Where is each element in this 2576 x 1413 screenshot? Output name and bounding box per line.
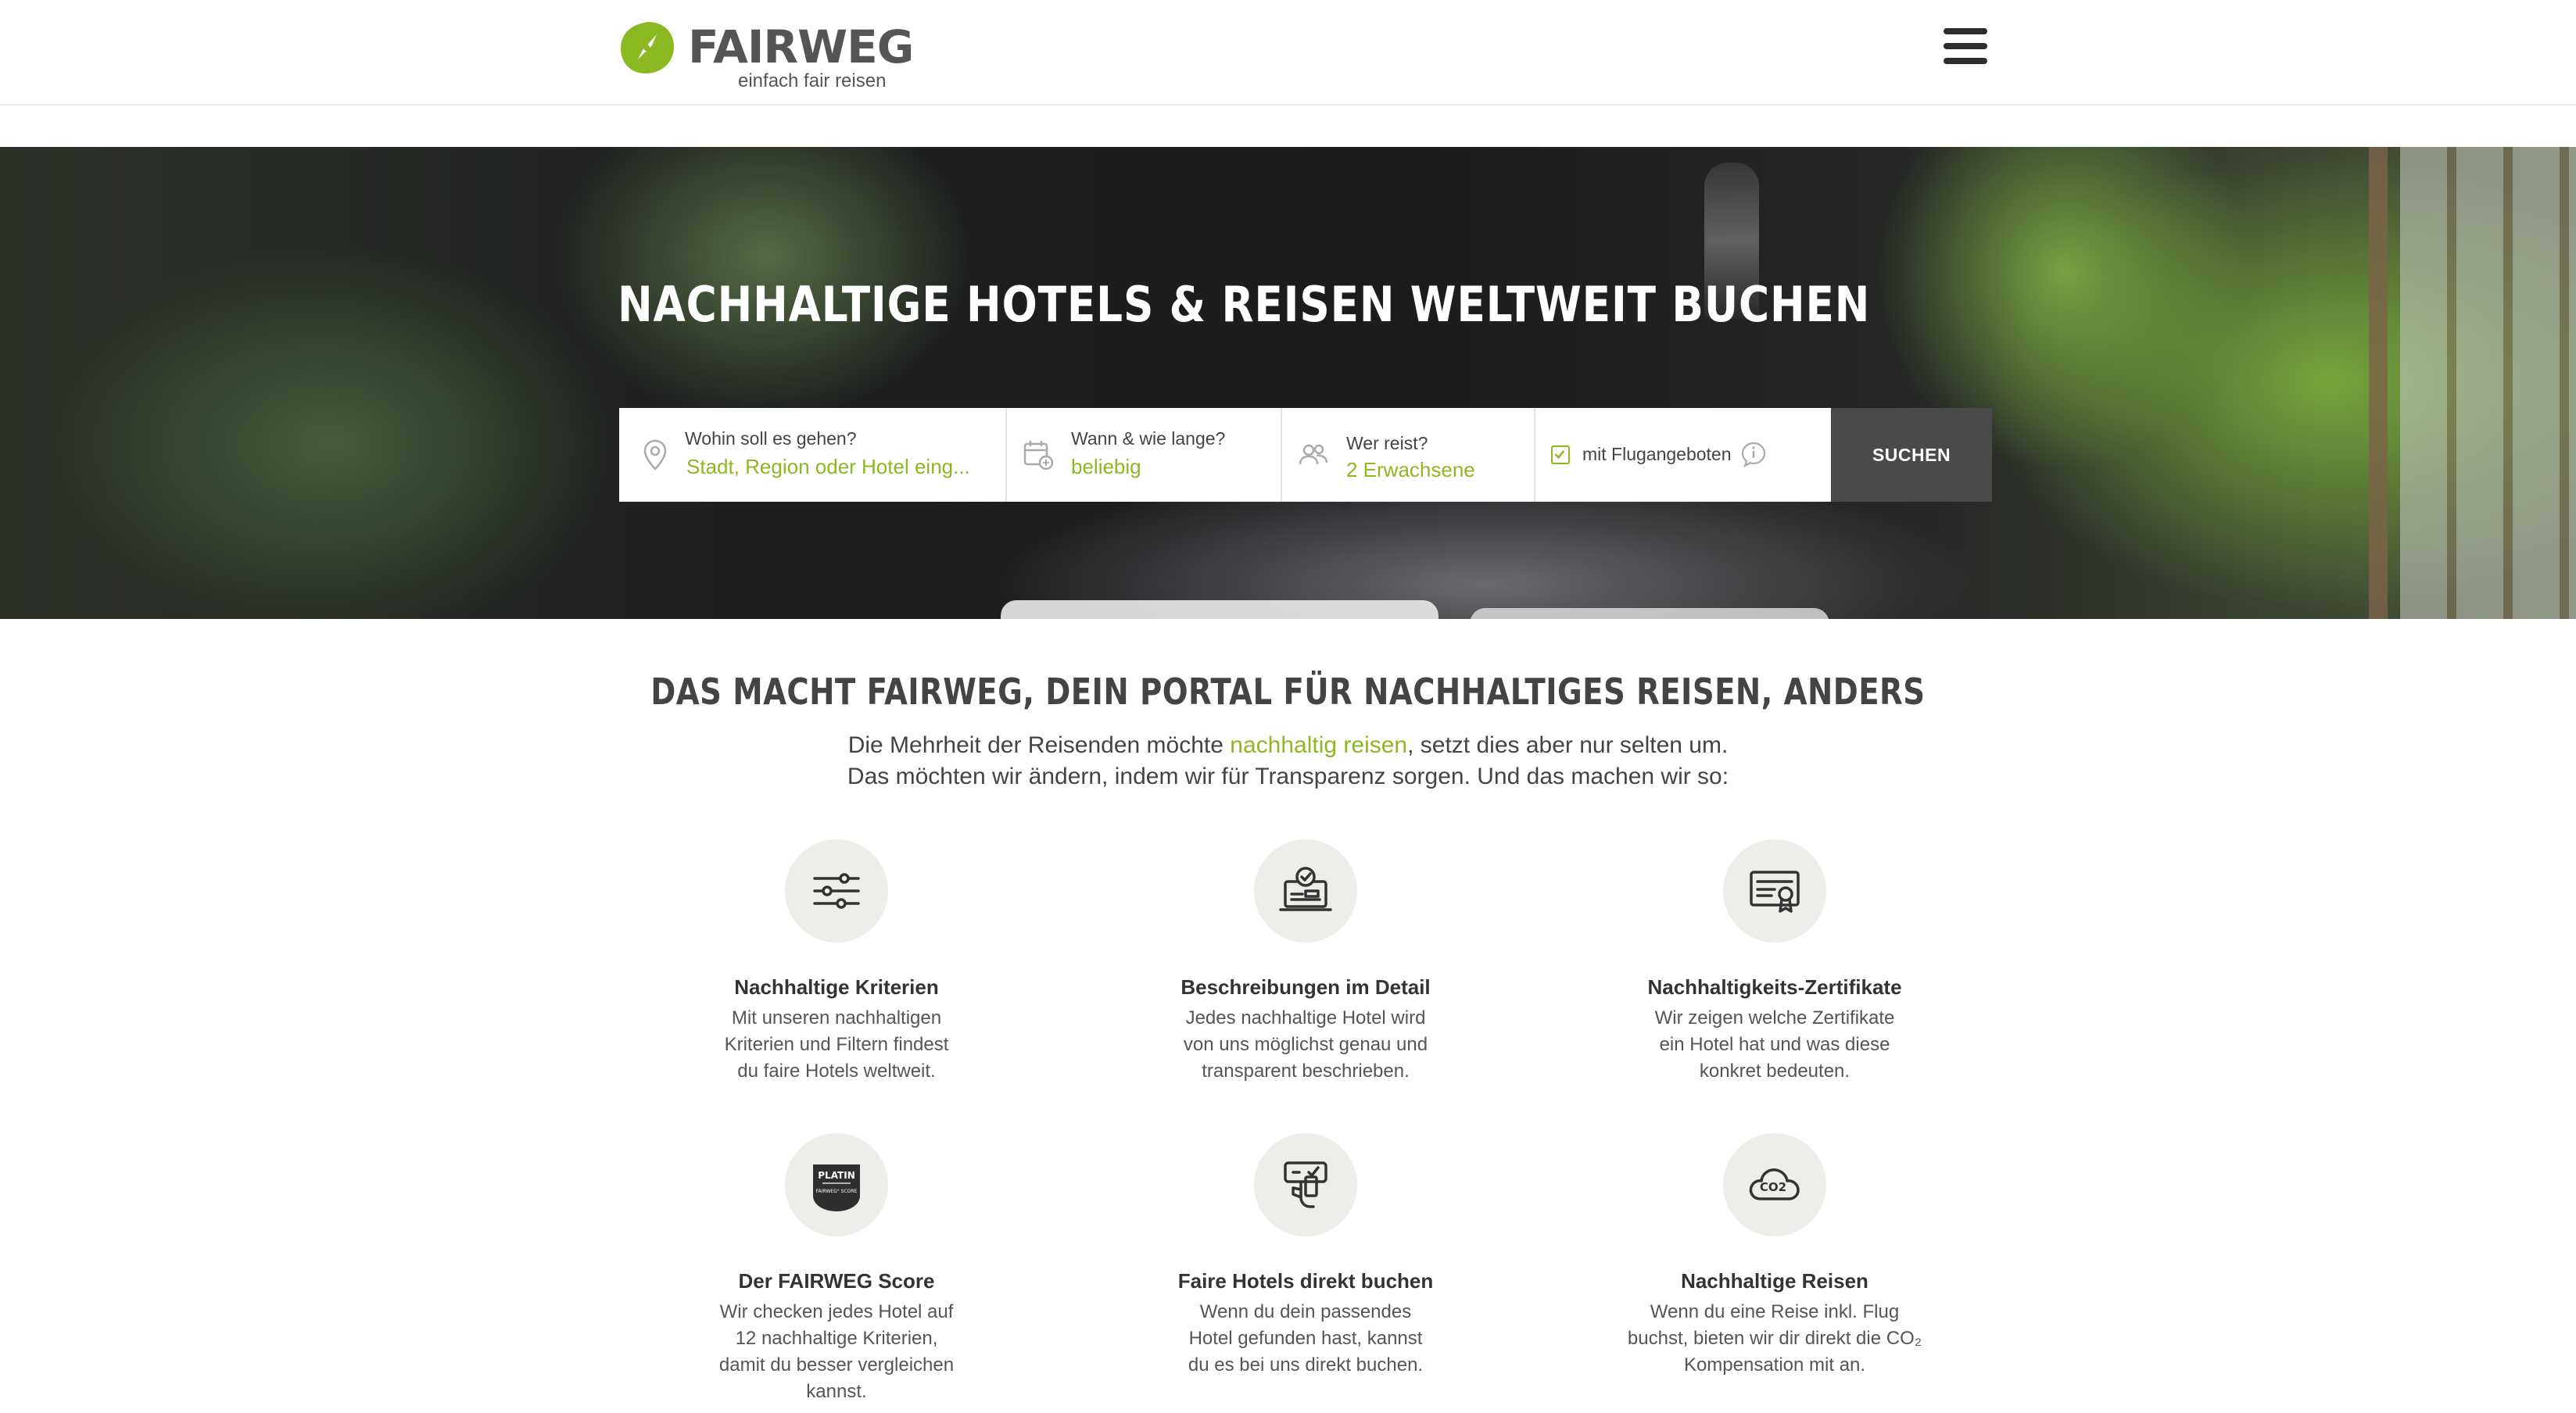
certificate-icon	[1750, 871, 1800, 913]
feature-text: Jedes nachhaltige Hotel wird von uns mög…	[1183, 1007, 1428, 1082]
travelers-label: Wer reist?	[1346, 433, 1428, 453]
pillow-decoration	[1470, 608, 1829, 619]
calendar-icon	[1023, 441, 1054, 470]
laptop-check-icon	[1279, 867, 1332, 911]
score-badge-icon: PLATIN FAIRWEG° SCORE	[813, 1164, 860, 1211]
feature-text: Wenn du eine Reise inkl. Flug buchst, bi…	[1627, 1301, 1922, 1375]
feature-title: Nachhaltige Kriterien	[734, 975, 939, 999]
destination-field[interactable]: Wohin soll es gehen? Stadt, Region oder …	[619, 408, 1007, 502]
co2-cloud-icon: CO2	[1749, 1168, 1800, 1200]
dates-label: Wann & wie lange?	[1071, 428, 1226, 449]
flight-checkbox[interactable]	[1551, 445, 1570, 464]
feature-text: Wir zeigen welche Zertifikate ein Hotel …	[1654, 1007, 1895, 1082]
hamburger-menu-button[interactable]	[1944, 27, 1987, 66]
dates-value: beliebig	[1071, 455, 1141, 478]
destination-label: Wohin soll es gehen?	[685, 428, 857, 449]
svg-text:FAIRWEG° SCORE: FAIRWEG° SCORE	[816, 1189, 858, 1194]
window-decoration	[2400, 147, 2576, 619]
hero-banner	[0, 147, 2576, 619]
search-bar: Wohin soll es gehen? Stadt, Region oder …	[619, 408, 1992, 502]
logo-tagline: einfach fair reisen	[738, 70, 887, 91]
feature-text: Mit unseren nachhaltigen Kriterien und F…	[724, 1007, 949, 1082]
hero-title: NACHHALTIGE HOTELS & REISEN WELTWEIT BUC…	[618, 276, 1871, 333]
travelers-value: 2 Erwachsene	[1346, 458, 1475, 481]
feature-text: Wenn du dein passendes Hotel gefunden ha…	[1188, 1301, 1424, 1375]
flight-option[interactable]: mit Flugangeboten	[1535, 408, 1826, 502]
sustainable-travel-link[interactable]: nachhaltig reisen	[1230, 732, 1407, 758]
people-icon	[1299, 444, 1328, 465]
site-header: FAIRWEG einfach fair reisen	[0, 0, 2576, 106]
feature-title: Nachhaltigkeits-Zertifikate	[1647, 975, 1902, 999]
compass-leaf-logo-icon	[621, 22, 674, 73]
flight-label: mit Flugangeboten	[1582, 444, 1732, 464]
svg-text:CO2: CO2	[1760, 1180, 1786, 1194]
hamburger-menu-icon	[1944, 28, 1987, 34]
feature-title: Der FAIRWEG Score	[738, 1269, 935, 1293]
section-intro-line2: Das möchten wir ändern, indem wir für Tr…	[847, 764, 1729, 789]
logo-wordmark: FAIRWEG	[688, 20, 914, 73]
pillow-decoration	[1001, 600, 1438, 619]
info-icon[interactable]	[1740, 441, 1767, 467]
sliders-icon	[813, 873, 860, 909]
section-intro-line1: Die Mehrheit der Reisenden möchte nachha…	[847, 732, 1729, 758]
feature-title: Nachhaltige Reisen	[1681, 1269, 1868, 1293]
dates-field[interactable]: Wann & wie lange? beliebig	[1007, 408, 1282, 502]
logo-link[interactable]: FAIRWEG einfach fair reisen	[618, 19, 914, 92]
destination-input[interactable]: Stadt, Region oder Hotel eing...	[686, 455, 970, 479]
svg-text:PLATIN: PLATIN	[818, 1170, 855, 1181]
window-frame-decoration	[2369, 147, 2388, 619]
feature-title: Faire Hotels direkt buchen	[1177, 1269, 1434, 1293]
travelers-field[interactable]: Wer reist? 2 Erwachsene	[1282, 408, 1535, 502]
checkmark-icon	[1554, 450, 1565, 460]
location-pin-icon	[643, 439, 667, 470]
feature-text: Wir checken jedes Hotel auf 12 nachhalti…	[718, 1301, 955, 1402]
feature-title: Beschreibungen im Detail	[1181, 975, 1431, 999]
section-title: DAS MACHT FAIRWEG, DEIN PORTAL FÜR NACHH…	[650, 671, 1926, 713]
search-button[interactable]: SUCHEN	[1831, 408, 1992, 502]
booking-hand-icon	[1284, 1161, 1327, 1208]
